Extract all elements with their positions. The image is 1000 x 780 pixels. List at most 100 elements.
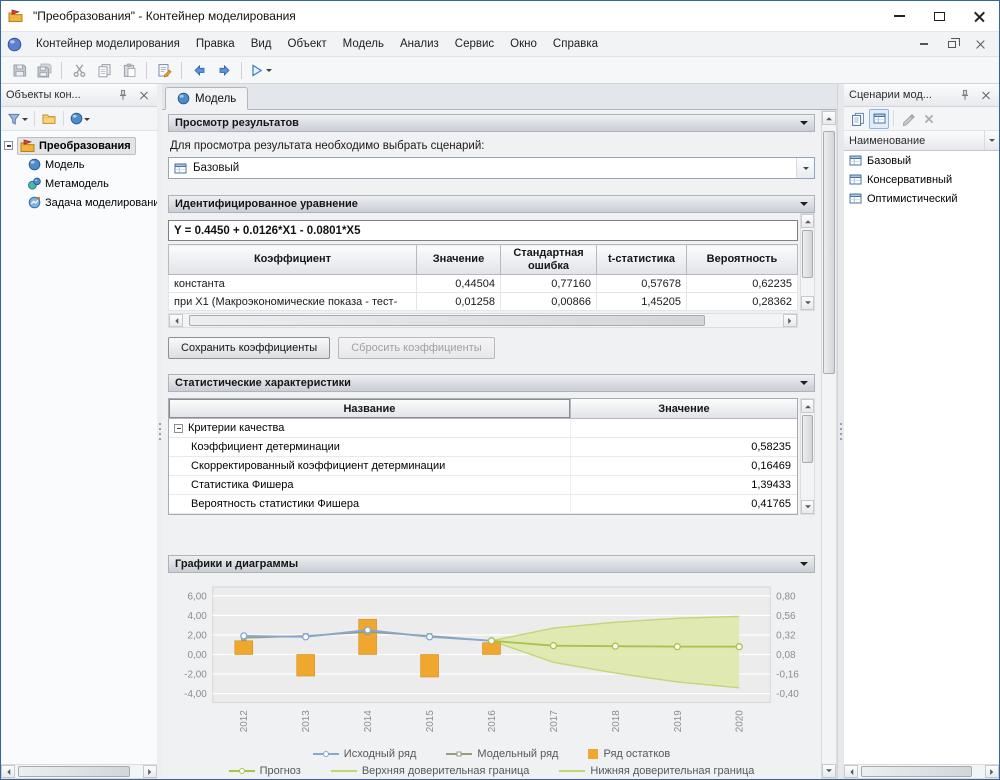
object-type-button[interactable] [68,109,92,129]
collapse-button[interactable] [794,198,808,210]
eq-table-row[interactable]: при X1 (Макроэкономические показа - тест… [169,293,798,311]
menu-item[interactable]: Объект [280,34,335,54]
collapse-button[interactable] [794,377,808,389]
maximize-button[interactable] [919,1,959,31]
tree-item[interactable]: Задача моделирования [4,193,154,212]
collapse-expander-icon[interactable] [174,424,183,433]
container-sphere-icon[interactable] [7,36,24,52]
copy-button[interactable] [92,59,116,81]
reset-coefficients-button[interactable]: Сбросить коэффициенты [338,337,494,359]
menu-item[interactable]: Анализ [392,34,447,54]
scroll-thumb[interactable] [18,766,131,777]
titlebar[interactable]: "Преобразования" - Контейнер моделирован… [1,1,999,31]
scroll-up-button[interactable] [801,214,814,228]
statistics-vscrollbar[interactable] [800,398,815,515]
objects-panel-hscrollbar[interactable] [1,764,157,779]
edit-scenario-button[interactable] [898,109,918,129]
save-button[interactable] [7,59,31,81]
scroll-thumb[interactable] [802,415,813,463]
menu-item[interactable]: Справка [545,34,606,54]
save-all-button[interactable] [32,59,56,81]
tree-root-row[interactable]: Преобразования [4,136,154,155]
stats-table-row[interactable]: Вероятность статистики Фишера0,41765 [169,495,797,514]
delete-scenario-button[interactable] [919,109,939,129]
close-button[interactable] [959,1,999,31]
edit-report-button[interactable] [152,59,176,81]
scroll-thumb[interactable] [189,315,705,326]
stats-col-value[interactable]: Значение [571,399,797,419]
run-calculation-button[interactable] [247,59,274,81]
scroll-down-button[interactable] [801,500,814,514]
tab-model[interactable]: Модель [165,87,248,110]
paste-button[interactable] [117,59,141,81]
scroll-right-button[interactable] [783,314,797,327]
main-vscrollbar[interactable] [821,110,837,779]
eq-table-row[interactable]: константа0,445040,771600,576780,62235 [169,275,798,293]
menu-item[interactable]: Правка [188,34,243,54]
scenario-list-item[interactable]: Базовый [844,151,999,170]
coefficients-vscrollbar[interactable] [800,213,815,311]
scenarios-hscrollbar[interactable] [844,764,999,779]
forward-button[interactable] [212,59,236,81]
column-filter-button[interactable] [984,131,999,150]
scenario-list-item[interactable]: Консервативный [844,170,999,189]
back-button[interactable] [187,59,211,81]
scroll-thumb[interactable] [802,230,813,278]
equation-formula-field[interactable]: Y = 0.4450 + 0.0126*X1 - 0.0801*X5 [168,220,798,241]
tree-item[interactable]: Метамодель [4,174,154,193]
eq-column-header[interactable]: Значение [417,245,501,275]
menu-item[interactable]: Вид [243,34,280,54]
menu-item[interactable]: Модель [335,34,392,54]
section-equation-header[interactable]: Идентифицированное уравнение [168,195,815,213]
panel-close-button[interactable] [136,87,152,103]
eq-column-header[interactable]: Стандартная ошибка [501,245,597,275]
combobox-dropdown-button[interactable] [796,158,814,178]
folder-view-button[interactable] [39,109,59,129]
pin-button[interactable] [957,87,973,103]
minimize-button[interactable] [879,1,919,31]
scenario-combobox[interactable]: Базовый [168,157,815,179]
scroll-right-button[interactable] [143,765,157,778]
menu-item[interactable]: Сервис [447,34,502,54]
scenario-list-item[interactable]: Оптимистический [844,189,999,208]
stats-col-name[interactable]: Название [169,399,571,419]
chart-canvas[interactable]: 6,000,804,000,562,000,320,000,08-2,00-0,… [169,581,814,742]
section-statistics-header[interactable]: Статистические характеристики [168,374,815,392]
copy-scenario-button[interactable] [848,109,868,129]
right-splitter[interactable] [837,84,844,779]
scroll-left-button[interactable] [1,765,15,778]
stats-table-row[interactable]: Коэффициент детерминации0,58235 [169,438,797,457]
menu-item[interactable]: Контейнер моделирования [28,34,188,54]
stats-table-row[interactable]: Скорректированный коэффициент детерминац… [169,457,797,476]
panel-close-button[interactable] [978,87,994,103]
scroll-up-button[interactable] [801,399,814,413]
menu-item[interactable]: Окно [502,34,545,54]
coefficients-hscrollbar[interactable] [168,313,798,328]
collapse-button[interactable] [794,558,808,570]
tree-item[interactable]: Модель [4,155,154,174]
mdi-restore-button[interactable] [939,34,965,54]
scroll-thumb[interactable] [823,131,835,374]
scroll-left-button[interactable] [169,314,183,327]
filter-button[interactable] [5,109,30,129]
section-charts-header[interactable]: Графики и диаграммы [168,555,815,573]
scroll-right-button[interactable] [985,765,999,778]
stats-group-row[interactable]: Критерии качества [169,419,797,438]
mdi-minimize-button[interactable] [911,34,937,54]
collapse-button[interactable] [794,117,808,129]
eq-column-header[interactable]: Коэффициент [169,245,417,275]
scroll-left-button[interactable] [844,765,858,778]
scroll-thumb[interactable] [861,766,973,777]
scroll-down-button[interactable] [822,764,836,778]
scroll-up-button[interactable] [822,111,836,125]
eq-column-header[interactable]: Вероятность [687,245,798,275]
section-results-header[interactable]: Просмотр результатов [168,114,815,132]
stats-table-row[interactable]: Статистика Фишера1,39433 [169,476,797,495]
pin-button[interactable] [115,87,131,103]
collapse-expander-icon[interactable] [4,141,13,150]
table-view-button[interactable] [869,109,889,129]
save-coefficients-button[interactable]: Сохранить коэффициенты [168,337,330,359]
scenarios-column-header[interactable]: Наименование [844,131,999,151]
eq-column-header[interactable]: t-статистика [597,245,687,275]
scroll-down-button[interactable] [801,296,814,310]
